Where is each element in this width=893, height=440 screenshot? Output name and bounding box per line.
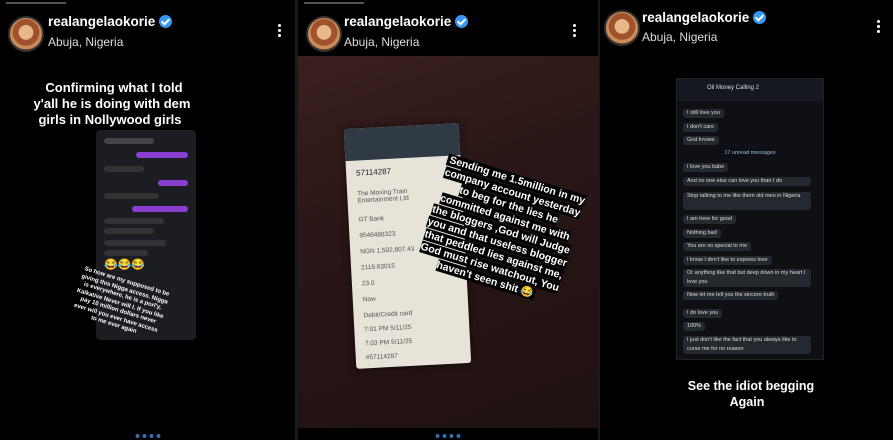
avatar[interactable] [604,10,640,46]
story-header: realangelaokorie Abuja, Nigeria [600,0,893,58]
username[interactable]: realangelaokorie [48,14,173,29]
unread-label: 17 unread messages [724,150,776,156]
location[interactable]: Abuja, Nigeria [642,30,717,44]
avatar[interactable] [306,16,342,52]
more-options-icon[interactable] [573,24,577,40]
chat-title: Oil Money Calling 2 [707,85,760,91]
story-caption: Confirming what I told y'all he is doing… [33,79,191,128]
story-panel-1[interactable]: realangelaokorie Abuja, Nigeria Confirmi… [0,0,295,440]
story-panel-2[interactable]: realangelaokorie Abuja, Nigeria 57114287… [298,0,598,440]
story-caption: See the idiot begging Again [676,378,822,410]
avatar[interactable] [8,16,44,52]
more-options-icon[interactable] [278,24,282,40]
chat-screenshot: Oil Money Calling 2 I still love you I d… [676,78,824,360]
verified-icon [753,11,767,24]
story-photo: 57114287 The Moving Train Entertainment … [298,56,598,428]
story-dots [135,434,160,438]
verified-icon [159,15,173,28]
location[interactable]: Abuja, Nigeria [48,35,123,49]
laughing-emojis: 😂😂😂 [104,259,146,271]
story-panel-3[interactable]: realangelaokorie Abuja, Nigeria Oil Mone… [600,0,893,440]
location[interactable]: Abuja, Nigeria [344,35,419,49]
username[interactable]: realangelaokorie [344,14,469,29]
story-header: realangelaokorie Abuja, Nigeria [298,0,598,58]
verified-icon [455,15,469,28]
story-header: realangelaokorie Abuja, Nigeria [0,0,295,58]
more-options-icon[interactable] [877,20,881,36]
story-dots [435,434,461,438]
username[interactable]: realangelaokorie [642,10,767,25]
